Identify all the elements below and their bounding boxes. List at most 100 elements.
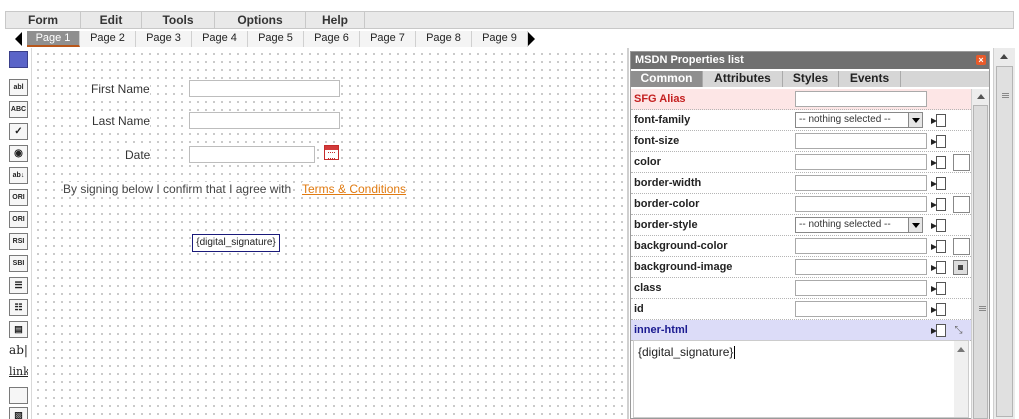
tab-page-9[interactable]: Page 9: [472, 31, 528, 47]
border-style-select[interactable]: -- nothing selected --: [795, 217, 923, 233]
prop-name: class: [634, 282, 662, 294]
apply-icon[interactable]: [931, 176, 946, 190]
prop-name: font-size: [634, 135, 680, 147]
prop-row-inner-html: inner-html ⤡: [631, 320, 971, 341]
id-input[interactable]: [795, 301, 927, 317]
tab-events[interactable]: Events: [839, 71, 901, 87]
inner-html-scrollbar[interactable]: [954, 341, 968, 417]
tab-page-5[interactable]: Page 5: [248, 31, 304, 47]
table-tool-icon[interactable]: ▤: [9, 321, 28, 338]
inner-html-editor[interactable]: {digital_signature}: [633, 340, 969, 418]
apply-icon[interactable]: [931, 239, 946, 253]
first-name-input[interactable]: [189, 80, 340, 97]
page-scroll-thumb[interactable]: [996, 66, 1013, 417]
color-swatch[interactable]: [953, 154, 970, 171]
font-size-input[interactable]: [795, 133, 927, 149]
html-text-tool-icon[interactable]: ab|: [9, 342, 28, 359]
prop-name: inner-html: [634, 324, 688, 336]
apply-icon[interactable]: [931, 134, 946, 148]
textarea-tool-icon[interactable]: ABC: [9, 101, 28, 118]
digital-signature-field[interactable]: {digital_signature}: [192, 234, 280, 252]
scroll-up-icon[interactable]: [1000, 54, 1008, 59]
page-tabs: Page 1 Page 2 Page 3 Page 4 Page 5 Page …: [5, 30, 1014, 47]
background-color-input[interactable]: [795, 238, 927, 254]
tab-common[interactable]: Common: [631, 71, 703, 87]
tab-page-4[interactable]: Page 4: [192, 31, 248, 47]
panel-scrollbar[interactable]: [971, 89, 989, 419]
toolbox: abl ABC ✓ ◉ ab↓ ORI ORI RSI SBI ☰ ☷ ▤ ab…: [8, 48, 30, 419]
prop-row-font-size: font-size: [631, 131, 971, 152]
tab-page-1[interactable]: Page 1: [27, 31, 80, 47]
class-input[interactable]: [795, 280, 927, 296]
select-value: -- nothing selected --: [799, 114, 891, 125]
menu-edit[interactable]: Edit: [81, 12, 142, 29]
terms-link[interactable]: Terms & Conditions: [302, 182, 407, 196]
tab-styles[interactable]: Styles: [783, 71, 839, 87]
tabs-next-arrow-icon[interactable]: [528, 32, 535, 46]
chevron-down-icon: [908, 113, 922, 127]
tab-page-7[interactable]: Page 7: [360, 31, 416, 47]
form-properties-tool-icon[interactable]: [9, 51, 28, 68]
apply-icon[interactable]: [931, 323, 946, 337]
last-name-label: Last Name: [92, 114, 151, 128]
scroll-up-icon[interactable]: [977, 94, 985, 99]
apply-icon[interactable]: [931, 113, 946, 127]
menu-form[interactable]: Form: [6, 12, 81, 29]
tab-page-6[interactable]: Page 6: [304, 31, 360, 47]
border-color-input[interactable]: [795, 196, 927, 212]
listbox-tool-icon[interactable]: ☰: [9, 277, 28, 294]
tabs-prev-arrow-icon[interactable]: [15, 32, 22, 46]
border-width-input[interactable]: [795, 175, 927, 191]
prop-row-sfg-alias: SFG Alias: [631, 89, 971, 110]
tab-page-2[interactable]: Page 2: [80, 31, 136, 47]
inner-html-text: {digital_signature}: [638, 345, 736, 360]
textbox-tool-icon[interactable]: abl: [9, 79, 28, 96]
radio-tool-icon[interactable]: ◉: [9, 145, 28, 162]
properties-panel: MSDN Properties list × Common Attributes…: [630, 51, 990, 419]
link-tool-icon[interactable]: link: [9, 364, 28, 381]
grip-icon: [979, 306, 986, 311]
menu-help[interactable]: Help: [306, 12, 365, 29]
background-color-swatch[interactable]: [953, 238, 970, 255]
prop-name: background-color: [634, 240, 728, 252]
font-family-select[interactable]: -- nothing selected --: [795, 112, 923, 128]
grip-icon: [1002, 93, 1009, 98]
apply-icon[interactable]: [931, 302, 946, 316]
rsi-tool-icon[interactable]: RSI: [9, 233, 28, 250]
design-canvas[interactable]: [31, 48, 629, 419]
prop-name: border-color: [634, 198, 700, 210]
apply-icon[interactable]: [931, 281, 946, 295]
tab-attributes[interactable]: Attributes: [703, 71, 783, 87]
apply-icon[interactable]: [931, 155, 946, 169]
top-strip: [0, 0, 1019, 11]
image-tool-icon[interactable]: ▧: [9, 407, 28, 419]
label-tool-icon[interactable]: ab↓: [9, 167, 28, 184]
page-scrollbar[interactable]: [993, 48, 1015, 419]
background-image-input[interactable]: [795, 259, 927, 275]
sbi-tool-icon[interactable]: SBI: [9, 255, 28, 272]
apply-icon[interactable]: [931, 260, 946, 274]
menu-options[interactable]: Options: [215, 12, 306, 29]
panel-scroll-thumb[interactable]: [973, 105, 988, 419]
calendar-icon[interactable]: [324, 145, 339, 160]
apply-icon[interactable]: [931, 197, 946, 211]
dropdown-tool-icon[interactable]: ☷: [9, 299, 28, 316]
image-browse-icon[interactable]: [953, 260, 968, 275]
date-input[interactable]: [189, 146, 315, 163]
checkbox-tool-icon[interactable]: ✓: [9, 123, 28, 140]
color-input[interactable]: [795, 154, 927, 170]
frame-tool-icon[interactable]: [9, 387, 28, 404]
tab-page-3[interactable]: Page 3: [136, 31, 192, 47]
expand-icon[interactable]: ⤡: [951, 323, 966, 338]
ori-tool-1-icon[interactable]: ORI: [9, 189, 28, 206]
tab-page-8[interactable]: Page 8: [416, 31, 472, 47]
close-icon[interactable]: ×: [976, 55, 986, 65]
inner-html-value: {digital_signature}: [638, 345, 734, 359]
border-color-swatch[interactable]: [953, 196, 970, 213]
last-name-input[interactable]: [189, 112, 340, 129]
apply-icon[interactable]: [931, 218, 946, 232]
ori-tool-2-icon[interactable]: ORI: [9, 211, 28, 228]
sfg-alias-input[interactable]: [795, 91, 927, 107]
prop-name: id: [634, 303, 644, 315]
menu-tools[interactable]: Tools: [142, 12, 215, 29]
